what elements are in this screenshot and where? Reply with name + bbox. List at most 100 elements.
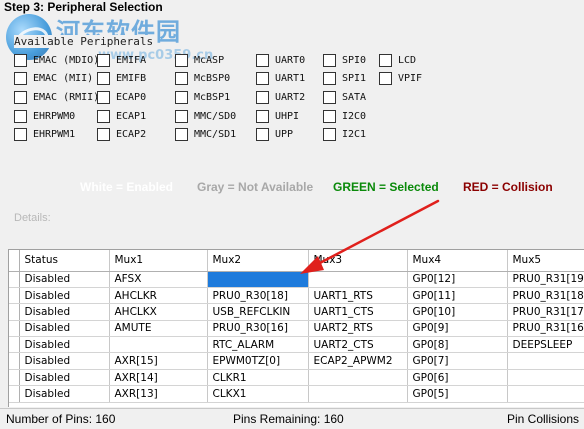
checkbox-box[interactable] [97, 90, 110, 104]
cell-mux5[interactable] [507, 385, 584, 403]
table-row[interactable]: Disabled AFSX GP0[12] PRU0_R31[19] [9, 271, 584, 288]
column-header-mux4[interactable]: Mux4 [407, 250, 508, 272]
column-header-mux2[interactable]: Mux2 [207, 250, 309, 272]
cell-mux2[interactable]: RTC_ALARM [207, 336, 309, 354]
cell-status[interactable]: Disabled [19, 336, 110, 354]
peripheral-checkbox-uhpi[interactable]: UHPI [256, 109, 299, 123]
cell-status[interactable]: Disabled [19, 287, 110, 305]
checkbox-box[interactable] [256, 71, 269, 85]
table-row[interactable]: Disabled RTC_ALARM UART2_CTS GP0[8] DEEPSLEE… [9, 336, 584, 354]
peripheral-checkbox-mcasp[interactable]: McASP [175, 53, 224, 67]
checkbox-box[interactable] [14, 90, 27, 104]
checkbox-box[interactable] [175, 109, 188, 123]
table-row[interactable]: Disabled AMUTE PRU0_R30[16] UART2_RTS GP0[9]… [9, 320, 584, 338]
checkbox-box[interactable] [175, 127, 188, 141]
checkbox-box[interactable] [323, 90, 336, 104]
cell-mux5[interactable]: PRU0_R31[16] [507, 320, 584, 338]
cell-mux4[interactable]: GP0[8] [407, 336, 508, 354]
row-header-cell[interactable] [9, 352, 20, 370]
checkbox-box[interactable] [97, 127, 110, 141]
checkbox-box[interactable] [256, 109, 269, 123]
cell-mux3[interactable]: UART2_CTS [308, 336, 408, 354]
cell-mux2[interactable] [207, 271, 309, 288]
cell-mux1[interactable]: AFSX [109, 271, 208, 288]
cell-status[interactable]: Disabled [19, 352, 110, 370]
peripheral-checkbox-uart1[interactable]: UART1 [256, 71, 305, 85]
checkbox-box[interactable] [323, 127, 336, 141]
peripheral-checkbox-emac-mdio[interactable]: EMAC (MDIO) [14, 53, 99, 67]
checkbox-box[interactable] [175, 90, 188, 104]
cell-mux3[interactable]: ECAP2_APWM2 [308, 352, 408, 370]
cell-status[interactable]: Disabled [19, 385, 110, 403]
cell-mux5[interactable]: PRU0_R31[19] [507, 271, 584, 288]
peripheral-checkbox-mmc-sd1[interactable]: MMC/SD1 [175, 127, 236, 141]
checkbox-box[interactable] [256, 90, 269, 104]
cell-mux1[interactable]: AMUTE [109, 320, 208, 338]
cell-mux5[interactable]: PRU0_R31[17] [507, 303, 584, 321]
cell-mux3[interactable]: UART1_RTS [308, 287, 408, 305]
peripheral-checkbox-emifb[interactable]: EMIFB [97, 71, 146, 85]
cell-mux3[interactable] [308, 271, 408, 288]
cell-mux5[interactable]: DEEPSLEEP [507, 336, 584, 354]
column-header-status[interactable]: Status [19, 250, 110, 272]
cell-mux4[interactable]: GP0[11] [407, 287, 508, 305]
peripheral-checkbox-ehrpwm1[interactable]: EHRPWM1 [14, 127, 75, 141]
cell-mux3[interactable]: UART1_CTS [308, 303, 408, 321]
peripheral-checkbox-i2c0[interactable]: I2C0 [323, 109, 366, 123]
cell-mux4[interactable]: GP0[5] [407, 385, 508, 403]
peripheral-checkbox-ecap0[interactable]: ECAP0 [97, 90, 146, 104]
checkbox-box[interactable] [97, 71, 110, 85]
cell-mux3[interactable] [308, 369, 408, 387]
cell-mux1[interactable]: AHCLKR [109, 287, 208, 305]
checkbox-box[interactable] [323, 53, 336, 67]
cell-mux1[interactable]: AXR[13] [109, 385, 208, 403]
cell-mux1[interactable]: AXR[14] [109, 369, 208, 387]
peripheral-checkbox-vpif[interactable]: VPIF [379, 71, 422, 85]
peripheral-checkbox-upp[interactable]: UPP [256, 127, 293, 141]
peripheral-checkbox-mmc-sd0[interactable]: MMC/SD0 [175, 109, 236, 123]
checkbox-box[interactable] [14, 109, 27, 123]
pin-mux-grid[interactable]: Status Mux1 Mux2 Mux3 Mux4 Mux5 Disabled… [8, 249, 584, 407]
row-header-cell[interactable] [9, 271, 20, 288]
cell-mux3[interactable]: UART2_RTS [308, 320, 408, 338]
peripheral-checkbox-ecap1[interactable]: ECAP1 [97, 109, 146, 123]
checkbox-box[interactable] [256, 53, 269, 67]
peripheral-checkbox-mcbsp1[interactable]: McBSP1 [175, 90, 230, 104]
cell-mux5[interactable] [507, 352, 584, 370]
row-header-cell[interactable] [9, 336, 20, 354]
checkbox-box[interactable] [323, 71, 336, 85]
peripheral-checkbox-uart2[interactable]: UART2 [256, 90, 305, 104]
cell-status[interactable]: Disabled [19, 303, 110, 321]
checkbox-box[interactable] [379, 71, 392, 85]
cell-mux3[interactable] [308, 385, 408, 403]
peripheral-checkbox-emac-mii[interactable]: EMAC (MII) [14, 71, 93, 85]
cell-mux2[interactable]: EPWM0TZ[0] [207, 352, 309, 370]
checkbox-box[interactable] [175, 53, 188, 67]
cell-mux2[interactable]: USB_REFCLKIN [207, 303, 309, 321]
column-header-mux5[interactable]: Mux5 [507, 250, 584, 272]
cell-mux2[interactable]: CLKR1 [207, 369, 309, 387]
cell-mux1[interactable]: AXR[15] [109, 352, 208, 370]
table-row[interactable]: Disabled AHCLKR PRU0_R30[18] UART1_RTS GP0[1… [9, 287, 584, 305]
column-header-mux1[interactable]: Mux1 [109, 250, 208, 272]
cell-status[interactable]: Disabled [19, 271, 110, 288]
peripheral-checkbox-i2c1[interactable]: I2C1 [323, 127, 366, 141]
row-header-cell[interactable] [9, 303, 20, 321]
row-header-cell[interactable] [9, 320, 20, 338]
table-row[interactable]: Disabled AXR[15] EPWM0TZ[0] ECAP2_APWM2 GP0[… [9, 352, 584, 370]
cell-mux4[interactable]: GP0[12] [407, 271, 508, 288]
checkbox-box[interactable] [256, 127, 269, 141]
peripheral-checkbox-spi0[interactable]: SPI0 [323, 53, 366, 67]
peripheral-checkbox-ecap2[interactable]: ECAP2 [97, 127, 146, 141]
cell-mux1[interactable] [109, 336, 208, 354]
row-header-cell[interactable] [9, 369, 20, 387]
peripheral-checkbox-lcd[interactable]: LCD [379, 53, 416, 67]
cell-mux1[interactable]: AHCLKX [109, 303, 208, 321]
checkbox-box[interactable] [323, 109, 336, 123]
checkbox-box[interactable] [14, 127, 27, 141]
table-row[interactable]: Disabled AHCLKX USB_REFCLKIN UART1_CTS GP0[1… [9, 303, 584, 321]
cell-mux4[interactable]: GP0[9] [407, 320, 508, 338]
peripheral-checkbox-ehrpwm0[interactable]: EHRPWM0 [14, 109, 75, 123]
table-row[interactable]: Disabled AXR[13] CLKX1 GP0[5] [9, 385, 584, 403]
table-row[interactable]: Disabled AXR[14] CLKR1 GP0[6] [9, 369, 584, 387]
